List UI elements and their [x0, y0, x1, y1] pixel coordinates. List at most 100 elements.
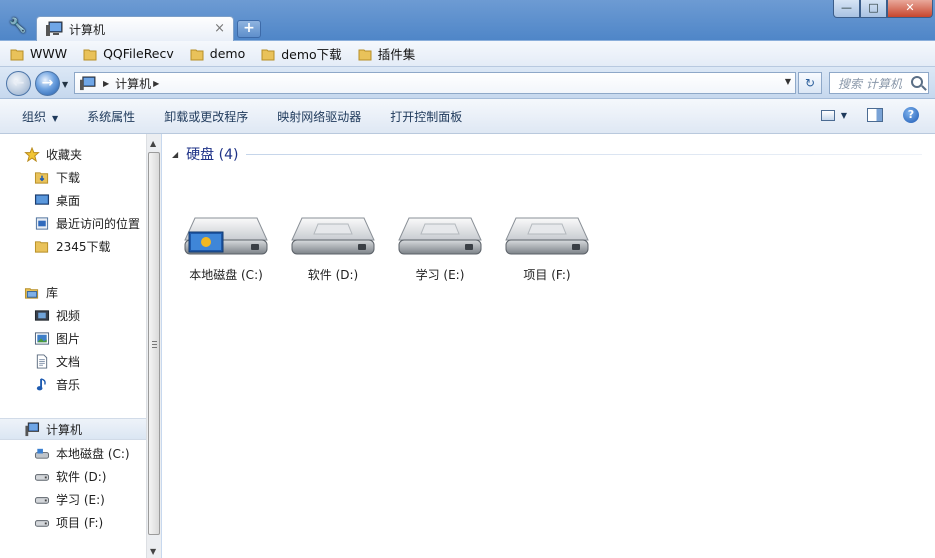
breadcrumb-arrow-icon[interactable]: ▶ — [153, 79, 159, 88]
sidebar-item-downloads[interactable]: 下载 — [0, 166, 146, 188]
sidebar-item-label: 本地磁盘 (C:) — [56, 446, 130, 461]
computer-icon — [46, 21, 63, 36]
drive-e[interactable]: 学习 (E:) — [392, 212, 488, 292]
folder-icon — [190, 49, 204, 60]
sidebar-item-drive-e[interactable]: 学习 (E:) — [0, 488, 146, 510]
search-input[interactable]: 搜索 计算机 — [829, 72, 929, 94]
sidebar-item-computer[interactable]: 计算机 — [0, 418, 146, 440]
sidebar-scrollbar[interactable]: ▲ ▼ — [146, 134, 161, 558]
sidebar-item-label: 最近访问的位置 — [56, 216, 141, 231]
new-tab-button[interactable]: + — [237, 20, 261, 38]
help-icon[interactable]: ? — [903, 107, 919, 123]
sidebar-item-label: 学习 (E:) — [56, 492, 105, 507]
section-header-hard-drives[interactable]: ◢ 硬盘 (4) — [172, 144, 922, 164]
maximize-button[interactable]: □ — [860, 0, 887, 18]
tab-computer[interactable]: 计算机 × — [36, 16, 234, 41]
breadcrumb-arrow-icon[interactable]: ▶ — [103, 79, 109, 88]
bookmarks-bar: WWW QQFileRecv demo demo下载 插件集 — [0, 41, 935, 67]
sidebar-item-documents[interactable]: 文档 — [0, 350, 146, 372]
download-folder-icon — [34, 171, 49, 184]
sidebar-item-music[interactable]: 音乐 — [0, 373, 146, 395]
bookmark-demo-download[interactable]: demo下载 — [261, 44, 342, 63]
chevron-down-icon[interactable]: ▼ — [841, 111, 847, 120]
minimize-button[interactable]: — — [833, 0, 860, 18]
sidebar-item-drive-d[interactable]: 软件 (D:) — [0, 465, 146, 487]
search-icon — [911, 76, 923, 88]
hard-drive-icon — [505, 217, 589, 255]
bookmark-plugins[interactable]: 插件集 — [358, 44, 415, 63]
explorer-window: 🔧 计算机 × + — □ ✕ WWW QQFileRecv demo demo… — [0, 0, 935, 558]
back-button[interactable]: ← — [6, 71, 31, 96]
change-view-icon[interactable] — [820, 109, 835, 121]
sidebar-item-pictures[interactable]: 图片 — [0, 327, 146, 349]
sidebar-item-label: 库 — [46, 285, 59, 300]
bookmark-label: demo下载 — [281, 47, 342, 62]
document-icon — [36, 353, 48, 369]
drive-label: 本地磁盘 (C:) — [189, 268, 263, 282]
library-icon — [24, 287, 39, 299]
tab-title: 计算机 — [69, 22, 106, 37]
address-bar[interactable]: ▶ 计算机 ▶ ▼ — [74, 72, 796, 94]
sidebar-item-libraries[interactable]: 库 — [0, 281, 146, 303]
sidebar-item-label: 项目 (F:) — [56, 515, 104, 530]
sidebar-item-favorites[interactable]: 收藏夹 — [0, 143, 146, 165]
sidebar-item-videos[interactable]: 视频 — [0, 304, 146, 326]
drive-f[interactable]: 项目 (F:) — [499, 212, 595, 292]
forward-button[interactable]: → — [35, 71, 60, 96]
sidebar-item-label: 桌面 — [56, 193, 81, 208]
sidebar-item-label: 计算机 — [46, 422, 83, 437]
grip-icon — [152, 341, 157, 348]
drive-label: 软件 (D:) — [307, 268, 359, 282]
folder-icon — [358, 49, 372, 60]
hard-drive-icon — [34, 519, 50, 527]
close-button[interactable]: ✕ — [887, 0, 933, 18]
system-properties-button[interactable]: 系统属性 — [87, 108, 135, 125]
folder-icon — [83, 49, 97, 60]
refresh-button[interactable]: ↻ — [798, 72, 822, 94]
navigation-pane: 收藏夹 下载 桌面 最近访问的位置 2345下载 库 视频 图片 文档 音乐 计… — [0, 134, 146, 558]
hard-drive-icon — [398, 217, 482, 255]
sidebar-item-label: 文档 — [56, 354, 81, 369]
map-network-drive-button[interactable]: 映射网络驱动器 — [277, 108, 361, 125]
preview-pane-icon[interactable] — [867, 108, 883, 122]
history-dropdown-icon[interactable]: ▼ — [62, 80, 68, 89]
desktop-icon — [34, 193, 50, 205]
wrench-icon[interactable]: 🔧 — [9, 18, 27, 36]
open-control-panel-button[interactable]: 打开控制面板 — [390, 108, 462, 125]
collapse-icon[interactable]: ◢ — [172, 150, 178, 159]
address-dropdown-icon[interactable]: ▼ — [785, 77, 791, 86]
breadcrumb-computer[interactable]: 计算机 — [115, 75, 151, 92]
sidebar-item-drive-c[interactable]: 本地磁盘 (C:) — [0, 442, 146, 464]
system-drive-icon — [34, 448, 50, 459]
bookmark-label: demo — [209, 46, 246, 61]
uninstall-program-button[interactable]: 卸载或更改程序 — [164, 108, 248, 125]
bookmark-label: WWW — [30, 46, 68, 61]
tab-strip: 🔧 计算机 × + — □ ✕ — [0, 0, 935, 41]
sidebar-item-label: 下载 — [56, 170, 81, 185]
scrollbar-thumb[interactable] — [148, 152, 160, 535]
scroll-down-icon[interactable]: ▼ — [150, 547, 156, 556]
organize-button[interactable]: 组织 ▼ — [22, 108, 58, 125]
computer-icon — [25, 421, 40, 436]
sidebar-item-drive-f[interactable]: 项目 (F:) — [0, 511, 146, 533]
drive-c[interactable]: 本地磁盘 (C:) — [178, 212, 274, 292]
sidebar-item-2345-download[interactable]: 2345下载 — [0, 235, 146, 257]
chevron-down-icon: ▼ — [52, 113, 59, 123]
search-placeholder: 搜索 计算机 — [838, 76, 902, 91]
folder-icon — [10, 49, 24, 60]
sidebar-item-label: 2345下载 — [56, 239, 111, 254]
bookmark-demo[interactable]: demo — [190, 46, 245, 61]
tab-close-icon[interactable]: × — [214, 21, 225, 36]
recent-places-icon — [35, 216, 49, 230]
scroll-up-icon[interactable]: ▲ — [150, 139, 156, 148]
drive-d[interactable]: 软件 (D:) — [285, 212, 381, 292]
drive-label: 学习 (E:) — [415, 268, 465, 282]
view-controls: ▼ ? — [820, 107, 919, 123]
picture-icon — [34, 331, 50, 345]
sidebar-item-recent-places[interactable]: 最近访问的位置 — [0, 212, 146, 234]
bookmark-www[interactable]: WWW — [10, 46, 67, 61]
bookmark-qqfilerecv[interactable]: QQFileRecv — [83, 46, 174, 61]
sidebar-item-desktop[interactable]: 桌面 — [0, 189, 146, 211]
content-pane: ◢ 硬盘 (4) 本地磁盘 (C:) 软件 (D:) 学习 (E:) 项目 (F… — [162, 134, 935, 558]
drive-label: 项目 (F:) — [523, 268, 571, 282]
